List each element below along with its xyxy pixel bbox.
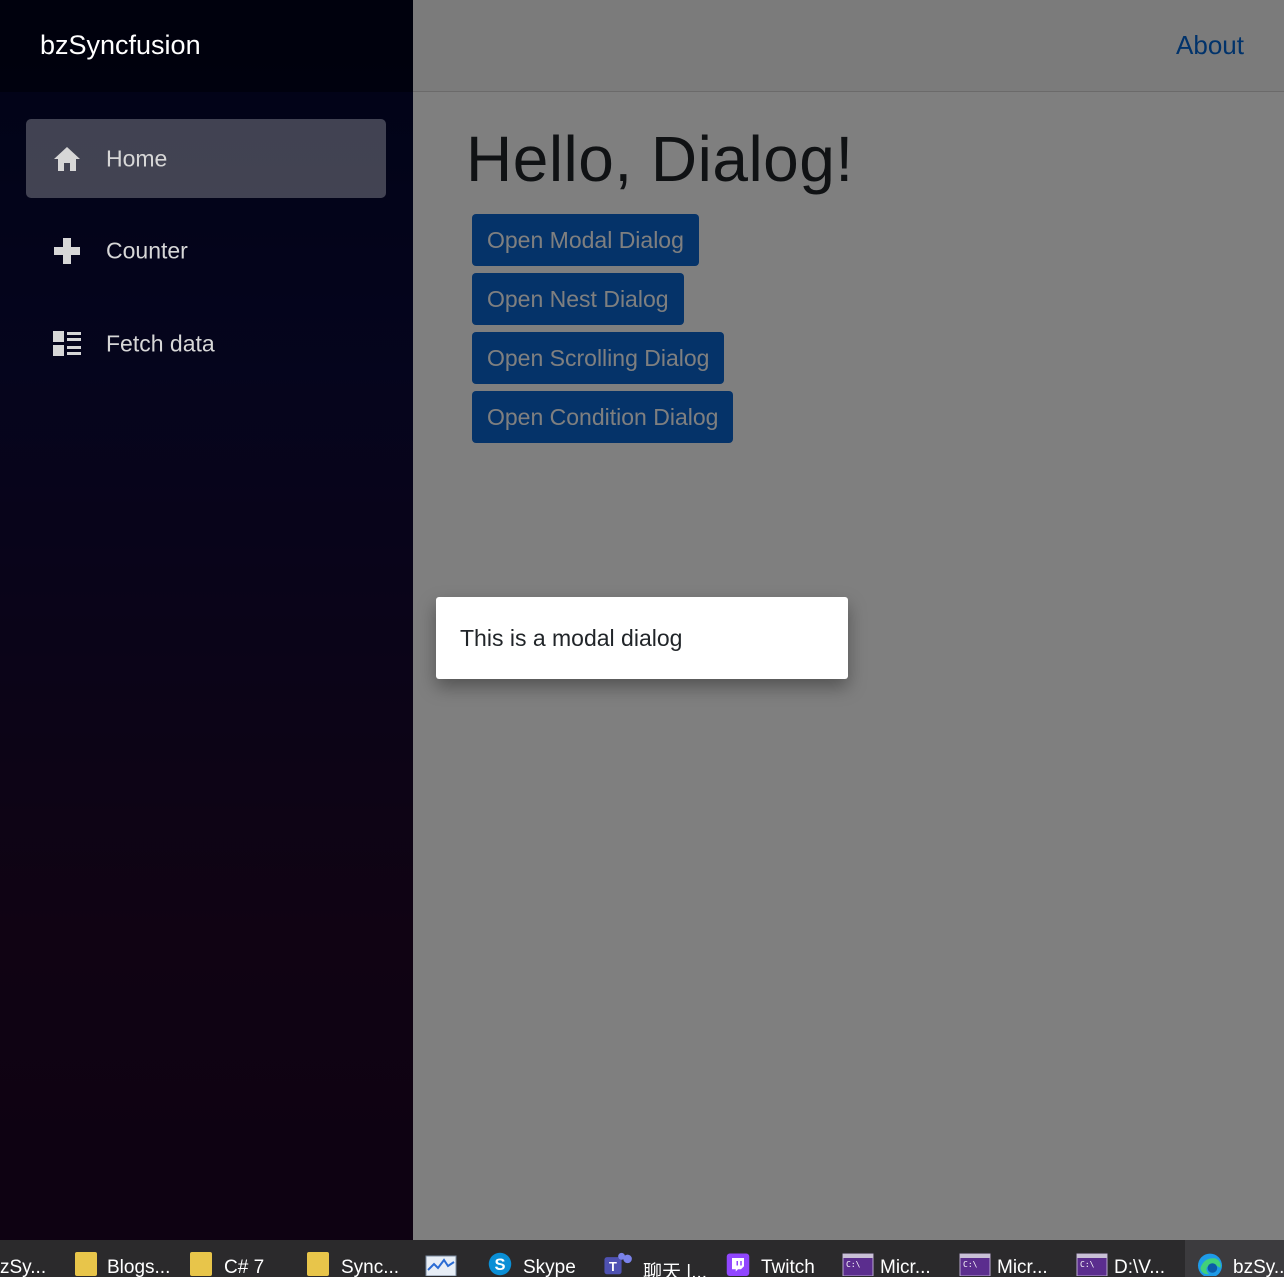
taskbar-item-resource-monitor[interactable] xyxy=(420,1240,465,1277)
edge-icon xyxy=(1198,1253,1222,1276)
brand-title[interactable]: bzSyncfusion xyxy=(40,30,201,61)
svg-text:T: T xyxy=(609,1259,617,1274)
taskbar-item-terminal-3[interactable]: C:\ D:\V... xyxy=(1072,1240,1180,1277)
taskbar-item-label: Micr... xyxy=(880,1257,931,1277)
sidebar-item-label: Home xyxy=(106,145,168,171)
taskbar-item-twitch[interactable]: Twitch xyxy=(718,1240,828,1277)
folder-icon xyxy=(75,1252,97,1276)
svg-text:S: S xyxy=(494,1256,505,1274)
taskbar-item-label: Twitch xyxy=(761,1257,815,1277)
svg-text:C:\: C:\ xyxy=(1080,1260,1095,1269)
terminal-icon: C:\ xyxy=(1076,1253,1108,1276)
taskbar-item-label: Skype xyxy=(523,1257,576,1277)
taskbar-item-bzsyncfusion[interactable]: bzSy... xyxy=(1185,1240,1284,1277)
terminal-icon: C:\ xyxy=(959,1253,991,1276)
home-icon xyxy=(54,146,80,171)
resource-monitor-icon xyxy=(425,1255,457,1276)
plus-icon xyxy=(54,237,80,264)
sidebar-item-fetch-data[interactable]: Fetch data xyxy=(26,304,386,383)
sidebar-item-label: Counter xyxy=(106,237,188,263)
brand-bar: bzSyncfusion xyxy=(0,0,413,92)
svg-text:C:\: C:\ xyxy=(963,1260,978,1269)
taskbar: zSy... Blogs... C# 7 Sync... S Skype T 聊… xyxy=(0,1240,1284,1277)
taskbar-item-terminal-2[interactable]: C:\ Micr... xyxy=(955,1240,1063,1277)
taskbar-item-label: D:\V... xyxy=(1114,1257,1166,1277)
modal-dialog: This is a modal dialog xyxy=(436,597,848,679)
taskbar-item-skype[interactable]: S Skype xyxy=(478,1240,583,1277)
taskbar-item-terminal-1[interactable]: C:\ Micr... xyxy=(838,1240,946,1277)
twitch-icon xyxy=(726,1253,750,1276)
svg-text:C:\: C:\ xyxy=(846,1260,861,1269)
terminal-icon: C:\ xyxy=(842,1253,874,1276)
list-icon xyxy=(53,330,81,356)
teams-icon: T xyxy=(604,1252,632,1275)
taskbar-item-edge-partial[interactable]: zSy... xyxy=(0,1240,55,1277)
taskbar-item-sync[interactable]: Sync... xyxy=(305,1240,410,1277)
sidebar-item-home[interactable]: Home xyxy=(26,119,386,198)
folder-icon xyxy=(307,1252,329,1276)
skype-icon: S xyxy=(488,1252,512,1276)
taskbar-item-label: Sync... xyxy=(341,1257,400,1277)
taskbar-item-teams[interactable]: T 聊天 |... xyxy=(598,1240,708,1277)
sidebar-item-label: Fetch data xyxy=(106,330,215,356)
taskbar-item-label: Micr... xyxy=(997,1257,1048,1277)
taskbar-item-label: 聊天 |... xyxy=(643,1262,708,1277)
taskbar-item-blogs[interactable]: Blogs... xyxy=(70,1240,180,1277)
taskbar-item-label: zSy... xyxy=(0,1257,47,1277)
folder-icon xyxy=(190,1252,212,1276)
taskbar-item-label: bzSy... xyxy=(1233,1257,1284,1277)
taskbar-item-csharp7[interactable]: C# 7 xyxy=(188,1240,288,1277)
taskbar-item-label: Blogs... xyxy=(107,1257,171,1277)
dialog-content: This is a modal dialog xyxy=(460,625,683,651)
taskbar-item-label: C# 7 xyxy=(224,1257,265,1277)
sidebar-item-counter[interactable]: Counter xyxy=(26,211,386,290)
